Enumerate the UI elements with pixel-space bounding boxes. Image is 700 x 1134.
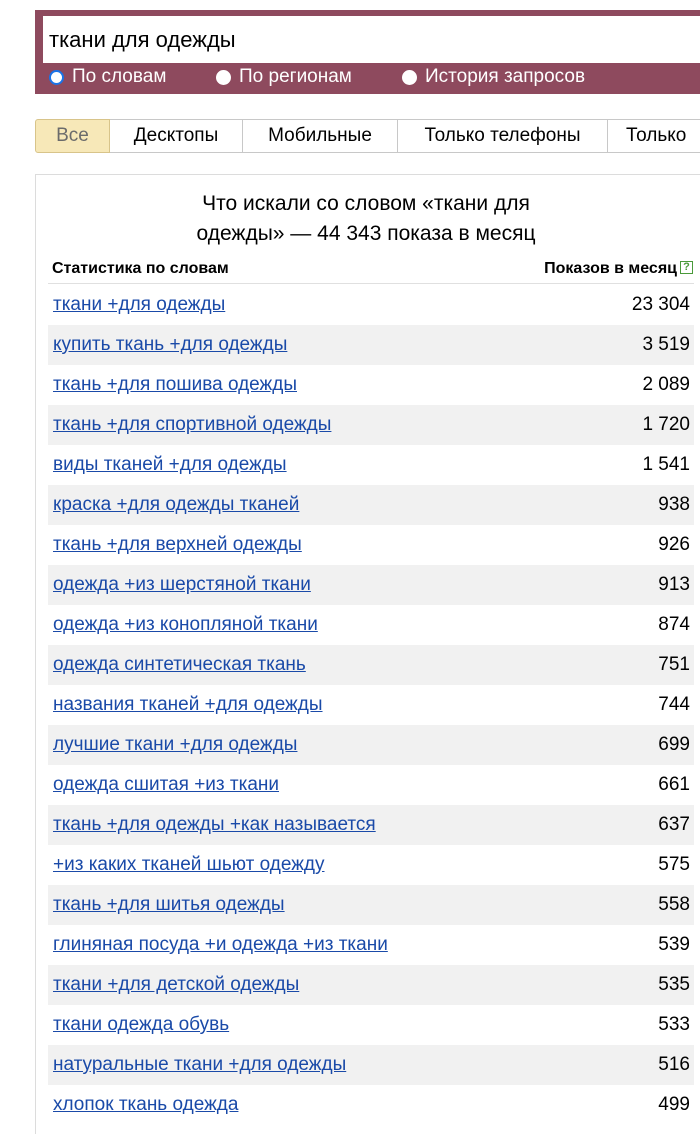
impressions-count: 699 bbox=[658, 734, 690, 755]
table-row: ткань +для шитья одежды 558 bbox=[48, 885, 694, 925]
keyword-link[interactable]: глиняная посуда +и одежда +из ткани bbox=[53, 934, 388, 956]
impressions-count: 533 bbox=[658, 1014, 690, 1035]
table-row: одежда сшитая +из ткани 661 bbox=[48, 765, 694, 805]
mode-by-regions[interactable]: По регионам bbox=[216, 63, 352, 91]
header-divider bbox=[48, 283, 694, 284]
impressions-count: 751 bbox=[658, 654, 690, 675]
search-input[interactable] bbox=[43, 16, 700, 63]
impressions-count: 1 720 bbox=[642, 414, 690, 435]
keyword-link[interactable]: ткани одежда обувь bbox=[53, 1014, 229, 1036]
keyword-link[interactable]: одежда сшитая +из ткани bbox=[53, 774, 279, 796]
radio-selected-icon[interactable] bbox=[49, 69, 64, 85]
impressions-count: 637 bbox=[658, 814, 690, 835]
table-row: виды тканей +для одежды 1 541 bbox=[48, 445, 694, 485]
keyword-link[interactable]: названия тканей +для одежды bbox=[53, 694, 323, 716]
impressions-count: 3 519 bbox=[642, 334, 690, 355]
table-row: ткань +для верхней одежды 926 bbox=[48, 525, 694, 565]
impressions-count: 744 bbox=[658, 694, 690, 715]
impressions-count: 913 bbox=[658, 574, 690, 595]
tab-mobile[interactable]: Мобильные bbox=[243, 119, 398, 153]
table-row: ткань +для спортивной одежды 1 720 bbox=[48, 405, 694, 445]
tab-only-truncated[interactable]: Только bbox=[608, 119, 700, 153]
mode-label: История запросов bbox=[425, 66, 586, 87]
results-title: Что искали со словом «ткани для одежды» … bbox=[36, 189, 696, 249]
keyword-link[interactable]: ткань +для шитья одежды bbox=[53, 894, 285, 916]
table-row: купить ткань +для одежды 3 519 bbox=[48, 325, 694, 365]
table-row: ткани одежда обувь 533 bbox=[48, 1005, 694, 1045]
keyword-link[interactable]: ткань +для верхней одежды bbox=[53, 534, 302, 556]
keyword-link[interactable]: ткани +для детской одежды bbox=[53, 974, 299, 996]
table-row: лучшие ткани +для одежды 699 bbox=[48, 725, 694, 765]
keyword-link[interactable]: лучшие ткани +для одежды bbox=[53, 734, 297, 756]
table-row: одежда +из конопляной ткани 874 bbox=[48, 605, 694, 645]
table-row: глиняная посуда +и одежда +из ткани 539 bbox=[48, 925, 694, 965]
keyword-link[interactable]: ткань +для спортивной одежды bbox=[53, 414, 331, 436]
impressions-count: 516 bbox=[658, 1054, 690, 1075]
tab-desktops[interactable]: Десктопы bbox=[110, 119, 243, 153]
device-tabs: Все Десктопы Мобильные Только телефоны Т… bbox=[35, 119, 700, 153]
table-row: одежда синтетическая ткань 751 bbox=[48, 645, 694, 685]
impressions-count: 558 bbox=[658, 894, 690, 915]
radio-icon[interactable] bbox=[402, 69, 417, 85]
table-row: одежда +из шерстяной ткани 913 bbox=[48, 565, 694, 605]
results-table: ткани +для одежды 23 304 купить ткань +для… bbox=[48, 285, 694, 1125]
table-row: краска +для одежды тканей 938 bbox=[48, 485, 694, 525]
impressions-count: 2 089 bbox=[642, 374, 690, 395]
keyword-link[interactable]: ткань +для пошива одежды bbox=[53, 374, 297, 396]
impressions-count: 1 541 bbox=[642, 454, 690, 475]
mode-label: По регионам bbox=[239, 66, 352, 87]
impressions-count: 23 304 bbox=[631, 294, 690, 315]
keyword-link[interactable]: виды тканей +для одежды bbox=[53, 454, 287, 476]
keyword-link[interactable]: одежда +из шерстяной ткани bbox=[53, 574, 311, 596]
keyword-link[interactable]: хлопок ткань одежда bbox=[53, 1094, 238, 1116]
results-title-line1: Что искали со словом «ткани для bbox=[202, 192, 530, 215]
keyword-link[interactable]: краска +для одежды тканей bbox=[53, 494, 299, 516]
table-row: хлопок ткань одежда 499 bbox=[48, 1085, 694, 1125]
table-row: +из каких тканей шьют одежду 575 bbox=[48, 845, 694, 885]
keyword-link[interactable]: +из каких тканей шьют одежду bbox=[53, 854, 325, 876]
mode-label: По словам bbox=[72, 66, 167, 87]
impressions-count: 539 bbox=[658, 934, 690, 955]
keyword-link[interactable]: одежда синтетическая ткань bbox=[53, 654, 306, 676]
radio-icon[interactable] bbox=[216, 69, 231, 85]
results-title-line2: одежды» — 44 343 показа в месяц bbox=[196, 222, 536, 245]
impressions-count: 926 bbox=[658, 534, 690, 555]
table-row: ткани +для одежды 23 304 bbox=[48, 285, 694, 325]
table-row: ткани +для детской одежды 535 bbox=[48, 965, 694, 1005]
tab-phones-only[interactable]: Только телефоны bbox=[398, 119, 608, 153]
table-row: ткань +для одежды +как называется 637 bbox=[48, 805, 694, 845]
help-icon[interactable]: ? bbox=[680, 261, 693, 274]
table-row: названия тканей +для одежды 744 bbox=[48, 685, 694, 725]
table-row: натуральные ткани +для одежды 516 bbox=[48, 1045, 694, 1085]
mode-by-words[interactable]: По словам bbox=[49, 63, 166, 91]
column-header-count: Показов в месяц bbox=[544, 260, 677, 277]
impressions-count: 499 bbox=[658, 1094, 690, 1115]
keyword-link[interactable]: ткани +для одежды bbox=[53, 294, 225, 316]
keyword-link[interactable]: натуральные ткани +для одежды bbox=[53, 1054, 346, 1076]
table-row: ткань +для пошива одежды 2 089 bbox=[48, 365, 694, 405]
keyword-link[interactable]: одежда +из конопляной ткани bbox=[53, 614, 318, 636]
search-panel: По словам По регионам История запросов bbox=[35, 10, 700, 94]
impressions-count: 938 bbox=[658, 494, 690, 515]
mode-history[interactable]: История запросов bbox=[402, 63, 585, 91]
tab-all[interactable]: Все bbox=[35, 119, 110, 153]
impressions-count: 535 bbox=[658, 974, 690, 995]
impressions-count: 874 bbox=[658, 614, 690, 635]
keyword-link[interactable]: ткань +для одежды +как называется bbox=[53, 814, 376, 836]
column-header-phrase: Статистика по словам bbox=[52, 260, 229, 277]
impressions-count: 575 bbox=[658, 854, 690, 875]
results-panel: Что искали со словом «ткани для одежды» … bbox=[35, 174, 700, 1134]
impressions-count: 661 bbox=[658, 774, 690, 795]
keyword-link[interactable]: купить ткань +для одежды bbox=[53, 334, 287, 356]
